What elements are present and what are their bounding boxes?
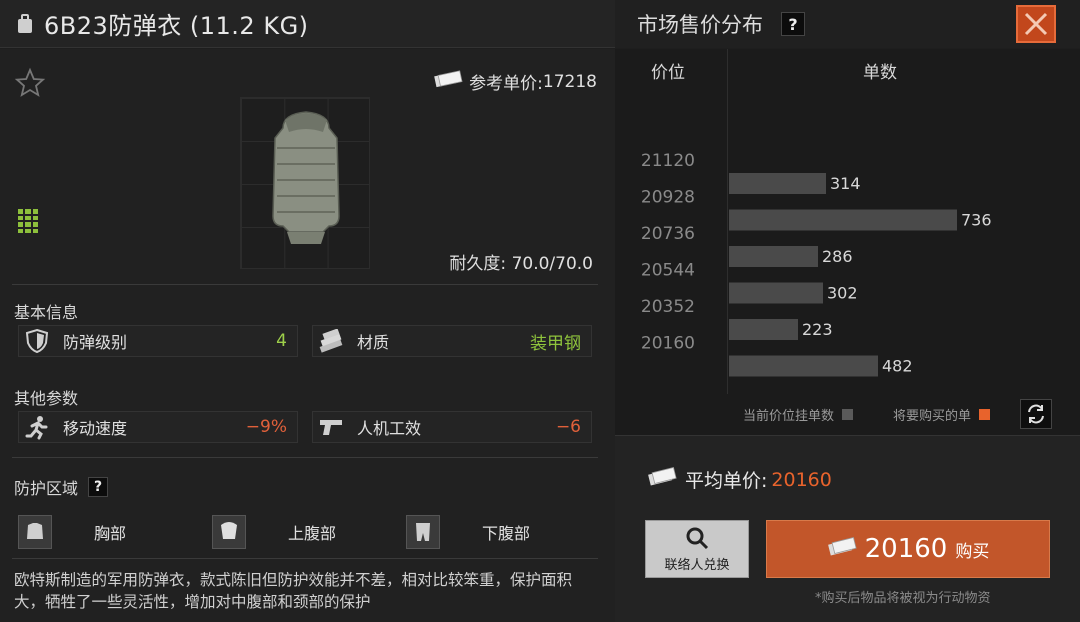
order-count-label: 223 bbox=[802, 320, 833, 339]
protection-help-icon[interactable]: ? bbox=[88, 477, 109, 497]
stat-label: 防弹级别 bbox=[63, 333, 128, 352]
search-icon bbox=[686, 527, 709, 550]
market-distribution-panel: 价位 单数 21120 20928 20736 20544 20352 20160 314 7… bbox=[615, 49, 1080, 439]
protection-heading: 防护区域 ? bbox=[14, 475, 109, 499]
bag-icon bbox=[16, 13, 34, 34]
vest-icon bbox=[272, 111, 340, 244]
stat-ergonomics: 人机工效 −6 bbox=[312, 411, 592, 443]
price-tick-label: 20544 bbox=[641, 261, 695, 281]
item-detail-panel: 参考单价: 17218 耐久度: 70.0/70.0 基本信息 防弹级别 4 材… bbox=[0, 49, 615, 622]
order-count-bar bbox=[729, 246, 818, 267]
refresh-button[interactable] bbox=[1020, 399, 1052, 429]
market-header: 市场售价分布 ? bbox=[615, 0, 1080, 48]
stat-move-speed: 移动速度 −9% bbox=[18, 411, 298, 443]
average-price: 平均单价: 20160 bbox=[647, 466, 832, 493]
cash-icon bbox=[433, 70, 463, 93]
durability: 耐久度: 70.0/70.0 bbox=[449, 249, 593, 274]
stat-label: 移动速度 bbox=[63, 419, 128, 438]
stat-value: −6 bbox=[555, 417, 581, 437]
refresh-icon bbox=[1028, 404, 1044, 424]
order-count-label: 736 bbox=[961, 211, 992, 230]
close-button[interactable] bbox=[1016, 5, 1056, 43]
price-tick-label: 21120 bbox=[641, 151, 695, 171]
stat-armor-class: 防弹级别 4 bbox=[18, 325, 298, 357]
stat-material: 材质 装甲钢 bbox=[312, 325, 592, 357]
stat-value: 装甲钢 bbox=[530, 333, 581, 354]
other-params-heading: 其他参数 bbox=[14, 389, 79, 408]
price-tick-label: 20160 bbox=[641, 334, 695, 354]
stat-label: 材质 bbox=[357, 333, 390, 352]
divider bbox=[12, 457, 598, 458]
durability-label: 耐久度: bbox=[449, 254, 507, 274]
order-count-label: 302 bbox=[827, 284, 858, 303]
running-icon bbox=[19, 411, 55, 443]
legend-current-swatch bbox=[842, 409, 854, 420]
upper-abdomen-icon bbox=[212, 515, 246, 549]
order-count-label: 482 bbox=[882, 357, 913, 376]
pistol-icon bbox=[313, 411, 349, 443]
market-help-icon[interactable]: ? bbox=[781, 12, 805, 36]
market-chart: 21120 20928 20736 20544 20352 20160 314 736 286 3… bbox=[641, 151, 992, 377]
divider bbox=[12, 284, 598, 285]
legend-buy-label: 将要购买的单 bbox=[893, 409, 972, 424]
stat-value: 4 bbox=[276, 331, 287, 351]
buy-amount: 20160 bbox=[864, 534, 948, 564]
item-title: 6B23防弹衣 (11.2 KG) bbox=[44, 12, 309, 40]
favorite-star-icon[interactable] bbox=[14, 67, 46, 103]
cash-icon bbox=[647, 467, 677, 492]
market-title: 市场售价分布 bbox=[637, 13, 763, 37]
close-x-icon bbox=[1024, 12, 1048, 36]
legend-current: 当前价位挂单数 bbox=[743, 405, 854, 424]
avg-price-value: 20160 bbox=[771, 468, 832, 491]
ref-price-label: 参考单价: bbox=[469, 74, 543, 94]
zone-label: 胸部 bbox=[94, 524, 127, 543]
order-count-bar bbox=[729, 282, 823, 304]
material-icon bbox=[313, 325, 349, 357]
order-count-bar bbox=[729, 355, 878, 377]
order-count-bar bbox=[729, 209, 957, 231]
avg-price-label: 平均单价: bbox=[685, 470, 768, 492]
buy-label: 购买 bbox=[955, 541, 990, 562]
chest-armor-icon bbox=[18, 515, 52, 549]
order-count-bar bbox=[729, 319, 798, 340]
stat-label: 人机工效 bbox=[357, 419, 422, 438]
purchase-panel: 平均单价: 20160 联络人兑换 20160 购买 *购买后物品将被视为行动物… bbox=[615, 436, 1080, 622]
basic-info-heading: 基本信息 bbox=[14, 303, 79, 322]
protection-label: 防护区域 bbox=[14, 479, 79, 498]
stat-value: −9% bbox=[245, 417, 287, 437]
price-tick-label: 20352 bbox=[641, 297, 695, 317]
durability-value: 70.0/70.0 bbox=[511, 254, 593, 274]
zone-label: 上腹部 bbox=[288, 524, 337, 543]
cash-icon bbox=[827, 537, 857, 561]
order-count-bar bbox=[729, 173, 826, 194]
divider bbox=[12, 558, 598, 559]
shield-icon bbox=[19, 325, 55, 357]
exchange-label: 联络人兑换 bbox=[664, 558, 730, 573]
reference-price: 参考单价: 17218 bbox=[433, 69, 597, 94]
order-count-label: 314 bbox=[830, 174, 861, 193]
zone-lower-abdomen: 下腹部 bbox=[406, 511, 586, 553]
zone-chest: 胸部 bbox=[18, 511, 198, 553]
legend-buy-swatch bbox=[979, 409, 991, 420]
item-description: 欧特斯制造的军用防弹衣，款式陈旧但防护效能并不差，相对比较笨重，保护面积大，牺牲… bbox=[14, 571, 573, 611]
lower-abdomen-icon bbox=[406, 515, 440, 549]
item-image bbox=[240, 97, 370, 269]
zone-upper-abdomen: 上腹部 bbox=[212, 511, 392, 553]
legend-current-label: 当前价位挂单数 bbox=[743, 409, 835, 424]
zone-label: 下腹部 bbox=[482, 524, 531, 543]
item-purchase-window: 6B23防弹衣 (11.2 KG) 市场售价分布 ? 参考单价: 17218 耐… bbox=[0, 0, 1080, 622]
legend-buy: 将要购买的单 bbox=[893, 405, 991, 424]
purchase-note: *购买后物品将被视为行动物资 bbox=[815, 591, 991, 606]
item-header: 6B23防弹衣 (11.2 KG) bbox=[0, 0, 615, 48]
contact-exchange-button[interactable]: 联络人兑换 bbox=[645, 520, 749, 578]
price-tick-label: 20736 bbox=[641, 224, 695, 244]
buy-button[interactable]: 20160 购买 bbox=[766, 520, 1050, 578]
price-tick-label: 20928 bbox=[641, 188, 695, 208]
item-size-grid-icon bbox=[18, 209, 38, 233]
ref-price-value: 17218 bbox=[542, 71, 597, 92]
order-count-label: 286 bbox=[822, 247, 853, 266]
